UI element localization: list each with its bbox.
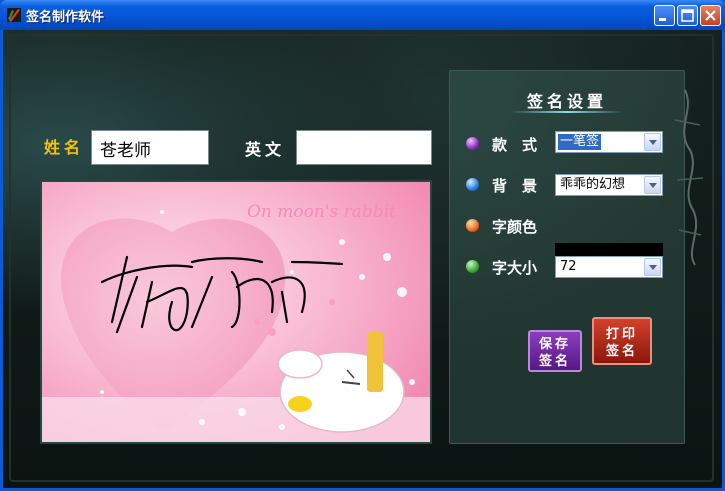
save-button-line2: 签名 bbox=[538, 354, 571, 369]
close-button[interactable] bbox=[700, 5, 721, 26]
name-input[interactable]: 苍老师 bbox=[91, 130, 209, 165]
style-label: 款 式 bbox=[492, 136, 538, 154]
preview-watermark: On moon's rabbit bbox=[247, 202, 396, 222]
background-select[interactable]: 乖乖的幻想 bbox=[555, 174, 663, 196]
background-label: 背 景 bbox=[492, 177, 538, 195]
save-signature-button[interactable]: 保存 签名 bbox=[528, 330, 582, 372]
blue-orb-icon bbox=[466, 178, 479, 191]
purple-orb-icon bbox=[466, 137, 479, 150]
maximize-button[interactable] bbox=[677, 5, 698, 26]
minimize-icon bbox=[659, 18, 666, 21]
signature-preview: On moon's rabbit bbox=[40, 180, 432, 444]
app-icon bbox=[7, 8, 21, 22]
save-button-line1: 保存 bbox=[538, 337, 571, 352]
chevron-down-icon[interactable] bbox=[644, 258, 661, 276]
size-label: 字大小 bbox=[492, 259, 538, 277]
chevron-down-icon[interactable] bbox=[644, 176, 661, 194]
settings-title: 签名设置 bbox=[526, 92, 607, 111]
settings-panel: 签名设置 款 式 一笔签 背 景 乖乖的幻想 字颜色 字大小 72 保存 签名 … bbox=[449, 70, 685, 444]
minimize-button[interactable] bbox=[654, 5, 675, 26]
title-bar[interactable]: 签名制作软件 bbox=[0, 0, 725, 30]
style-value: 一笔签 bbox=[558, 134, 602, 150]
client-area: 姓名 苍老师 英文 On moon's rabbit 签名设置 款 式 一笔签 … bbox=[3, 30, 722, 488]
print-button-line2: 签名 bbox=[605, 344, 638, 359]
app-window: 签名制作软件 姓名 苍老师 英文 On moon's rabbit 签名设置 款… bbox=[0, 0, 725, 491]
title-underline bbox=[510, 111, 624, 113]
chevron-down-icon[interactable] bbox=[644, 133, 661, 151]
close-icon bbox=[705, 10, 716, 21]
size-select[interactable]: 72 bbox=[555, 256, 663, 278]
print-signature-button[interactable]: 打印 签名 bbox=[592, 317, 652, 365]
maximize-icon bbox=[681, 9, 694, 22]
preview-background-image: On moon's rabbit bbox=[42, 182, 430, 442]
name-label: 姓名 bbox=[44, 138, 85, 157]
color-label: 字颜色 bbox=[492, 218, 538, 236]
background-value: 乖乖的幻想 bbox=[560, 177, 626, 192]
green-orb-icon bbox=[466, 260, 479, 273]
size-value: 72 bbox=[560, 259, 577, 274]
calligraphy-decoration bbox=[674, 89, 704, 266]
orange-orb-icon bbox=[466, 219, 479, 232]
style-select[interactable]: 一笔签 bbox=[555, 131, 663, 153]
window-title: 签名制作软件 bbox=[26, 10, 105, 25]
print-button-line1: 打印 bbox=[605, 327, 638, 342]
english-input[interactable] bbox=[296, 130, 432, 165]
english-label: 英文 bbox=[245, 140, 286, 159]
